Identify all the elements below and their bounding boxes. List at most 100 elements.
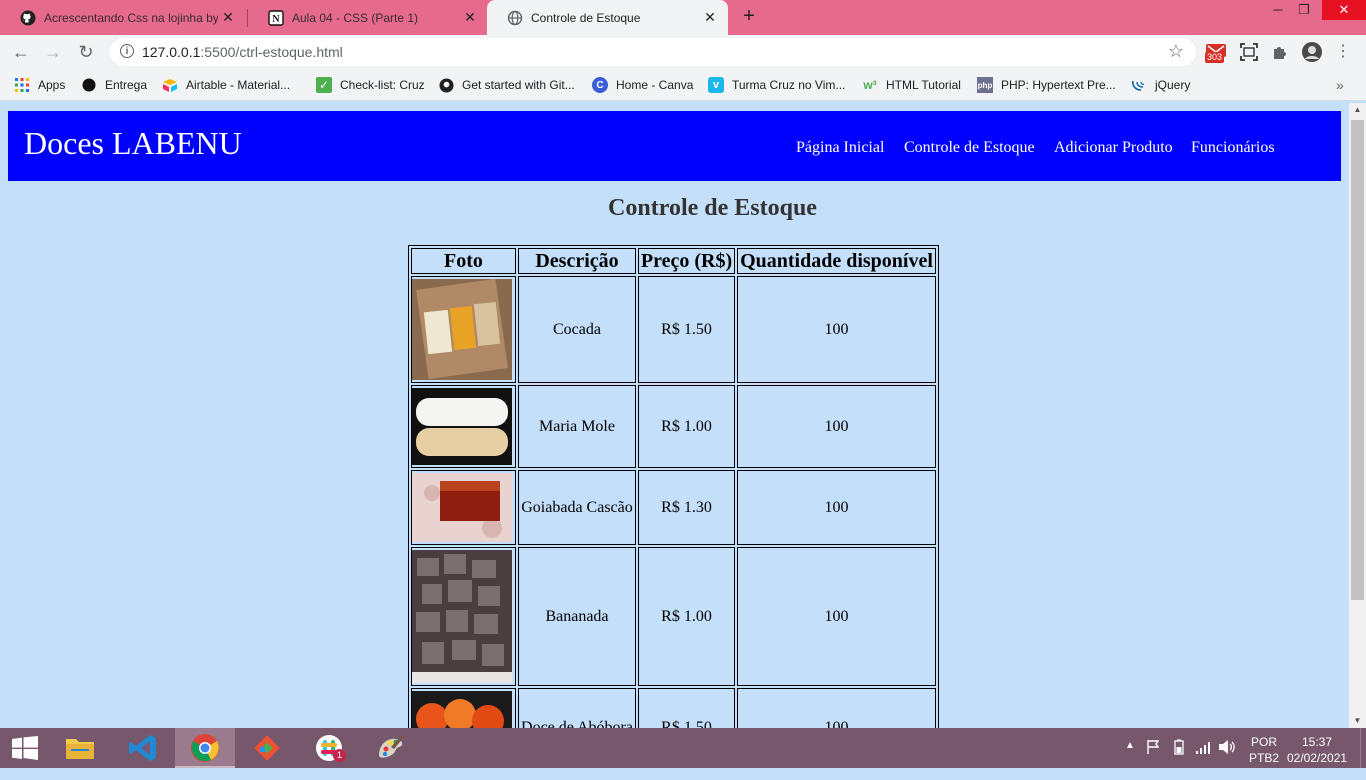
nav-pagina-inicial[interactable]: Página Inicial: [796, 139, 884, 157]
product-price: R$ 1.00: [638, 547, 735, 686]
canva-icon: C: [592, 77, 608, 93]
more-bookmarks-icon[interactable]: »: [1336, 76, 1344, 94]
bookmark-label: Turma Cruz no Vim...: [732, 78, 846, 92]
clock[interactable]: 15:37 02/02/2021: [1287, 734, 1347, 774]
profile-avatar[interactable]: [1301, 41, 1323, 63]
stock-table: Foto Descrição Preço (R$) Quantidade dis…: [408, 245, 939, 728]
bookmark-label: PHP: Hypertext Pre...: [1001, 78, 1116, 92]
language-code: POR: [1251, 735, 1278, 749]
bookmark-vimeo[interactable]: v Turma Cruz no Vim...: [708, 76, 845, 94]
chrome-taskbar-icon[interactable]: [175, 728, 235, 768]
table-row: Bananada R$ 1.00 100: [411, 547, 936, 686]
globe-icon: [507, 10, 523, 26]
bookmark-checklist[interactable]: ✓ Check-list: Cruz: [316, 76, 425, 94]
vscode-icon[interactable]: [113, 728, 173, 768]
nav-controle-estoque[interactable]: Controle de Estoque: [904, 139, 1035, 157]
reload-icon[interactable]: ↻: [75, 41, 97, 63]
bookmark-airtable[interactable]: Airtable - Material...: [162, 76, 290, 94]
apps-grid-icon: [14, 77, 30, 93]
table-row: Cocada R$ 1.50 100: [411, 276, 936, 383]
airtable-icon: [162, 77, 178, 93]
extensions-puzzle-icon[interactable]: [1269, 41, 1291, 63]
volume-icon[interactable]: [1218, 739, 1236, 779]
product-description: Doce de Abóbora: [518, 688, 636, 728]
product-price: R$ 1.50: [638, 276, 735, 383]
show-desktop-button[interactable]: [1360, 728, 1366, 768]
product-description: Cocada: [518, 276, 636, 383]
windows-start-icon[interactable]: [0, 728, 50, 768]
tab-acrescentando-css[interactable]: Acrescentando Css na lojinha by ✕: [0, 0, 246, 35]
col-header-descricao: Descrição: [518, 248, 636, 274]
site-header: Doces LABENU Página Inicial Controle de …: [8, 111, 1341, 181]
site-info-icon[interactable]: i: [120, 44, 134, 58]
nav-adicionar-produto[interactable]: Adicionar Produto: [1054, 139, 1173, 157]
url-host: 127.0.0.1: [142, 44, 201, 60]
screen-capture-icon[interactable]: [1238, 41, 1260, 63]
bookmark-label: HTML Tutorial: [886, 78, 961, 92]
bookmark-canva[interactable]: C Home - Canva: [592, 76, 693, 94]
php-icon: php: [977, 77, 993, 93]
bananada-photo: [412, 550, 512, 683]
show-hidden-icons[interactable]: ▲: [1125, 740, 1135, 780]
bookmark-php[interactable]: php PHP: Hypertext Pre...: [977, 76, 1116, 94]
product-description: Goiabada Cascão: [518, 470, 636, 545]
file-explorer-icon[interactable]: [50, 728, 110, 768]
col-header-quantidade: Quantidade disponível: [737, 248, 936, 274]
table-row: Goiabada Cascão R$ 1.30 100: [411, 470, 936, 545]
paint-icon[interactable]: [361, 728, 421, 768]
git-kraken-icon[interactable]: [237, 728, 297, 768]
w3schools-icon: w³: [863, 78, 877, 92]
new-tab-icon[interactable]: +: [738, 6, 760, 28]
scroll-down-icon[interactable]: ▼: [1349, 714, 1366, 728]
close-tab-icon[interactable]: ✕: [218, 9, 238, 26]
restore-icon[interactable]: ❐: [1290, 0, 1318, 20]
bookmark-entrega[interactable]: Entrega: [81, 76, 147, 94]
forward-icon[interactable]: →: [42, 41, 64, 63]
bookmark-jquery[interactable]: jQuery: [1131, 76, 1190, 94]
bookmark-label: Entrega: [105, 78, 148, 92]
close-tab-icon[interactable]: ✕: [700, 9, 720, 26]
minimize-icon[interactable]: ─: [1264, 0, 1292, 20]
col-header-foto: Foto: [411, 248, 516, 274]
chrome-menu-icon[interactable]: ⋮: [1332, 41, 1354, 63]
url-text: 127.0.0.1:5500/ctrl-estoque.html: [142, 44, 343, 60]
bookmark-get-started-git[interactable]: Get started with Git...: [438, 76, 575, 94]
network-icon[interactable]: [1195, 739, 1211, 779]
tab-title: Aula 04 - CSS (Parte 1): [292, 10, 419, 25]
doce-abobora-photo: [412, 691, 512, 728]
jquery-icon: [1131, 77, 1147, 93]
address-bar[interactable]: i 127.0.0.1:5500/ctrl-estoque.html ☆: [110, 38, 1196, 66]
battery-icon[interactable]: [1171, 739, 1187, 779]
github-icon: [20, 10, 36, 26]
close-tab-icon[interactable]: ✕: [460, 9, 480, 26]
bookmark-star-icon[interactable]: ☆: [1168, 41, 1184, 62]
browser-toolbar: ← → ↻ i 127.0.0.1:5500/ctrl-estoque.html…: [0, 35, 1366, 69]
bookmark-apps[interactable]: Apps: [14, 76, 65, 94]
action-flag-icon[interactable]: [1146, 739, 1160, 779]
gmail-extension-icon[interactable]: 303: [1205, 41, 1227, 63]
product-photo-cell: [411, 276, 516, 383]
github-icon: [438, 77, 454, 93]
tab-title: Controle de Estoque: [531, 10, 641, 25]
close-window-icon[interactable]: ✕: [1322, 0, 1366, 20]
table-row: Maria Mole R$ 1.00 100: [411, 385, 936, 468]
nav-funcionarios[interactable]: Funcionários: [1191, 139, 1275, 157]
tab-title: Acrescentando Css na lojinha by: [44, 10, 218, 25]
gmail-badge: 303: [1205, 52, 1225, 63]
slack-badge: 1: [333, 749, 346, 762]
goiabada-photo: [412, 473, 512, 542]
slack-icon[interactable]: 1: [299, 728, 359, 768]
bookmark-label: Check-list: Cruz: [340, 78, 425, 92]
page-scrollbar[interactable]: ▲ ▼: [1349, 103, 1366, 728]
tab-aula-04[interactable]: N Aula 04 - CSS (Parte 1) ✕: [248, 0, 488, 35]
scrollbar-thumb[interactable]: [1351, 120, 1364, 600]
bookmark-html-tutorial[interactable]: w³ HTML Tutorial: [862, 76, 961, 94]
product-quantity: 100: [737, 688, 936, 728]
input-language[interactable]: POR PTB2: [1249, 734, 1279, 774]
tab-controle-estoque[interactable]: Controle de Estoque ✕: [487, 0, 728, 35]
scroll-up-icon[interactable]: ▲: [1349, 103, 1366, 117]
bookmark-label: Airtable - Material...: [186, 78, 291, 92]
back-icon[interactable]: ←: [10, 41, 32, 63]
bookmark-label: Home - Canva: [616, 78, 694, 92]
product-price: R$ 1.00: [638, 385, 735, 468]
